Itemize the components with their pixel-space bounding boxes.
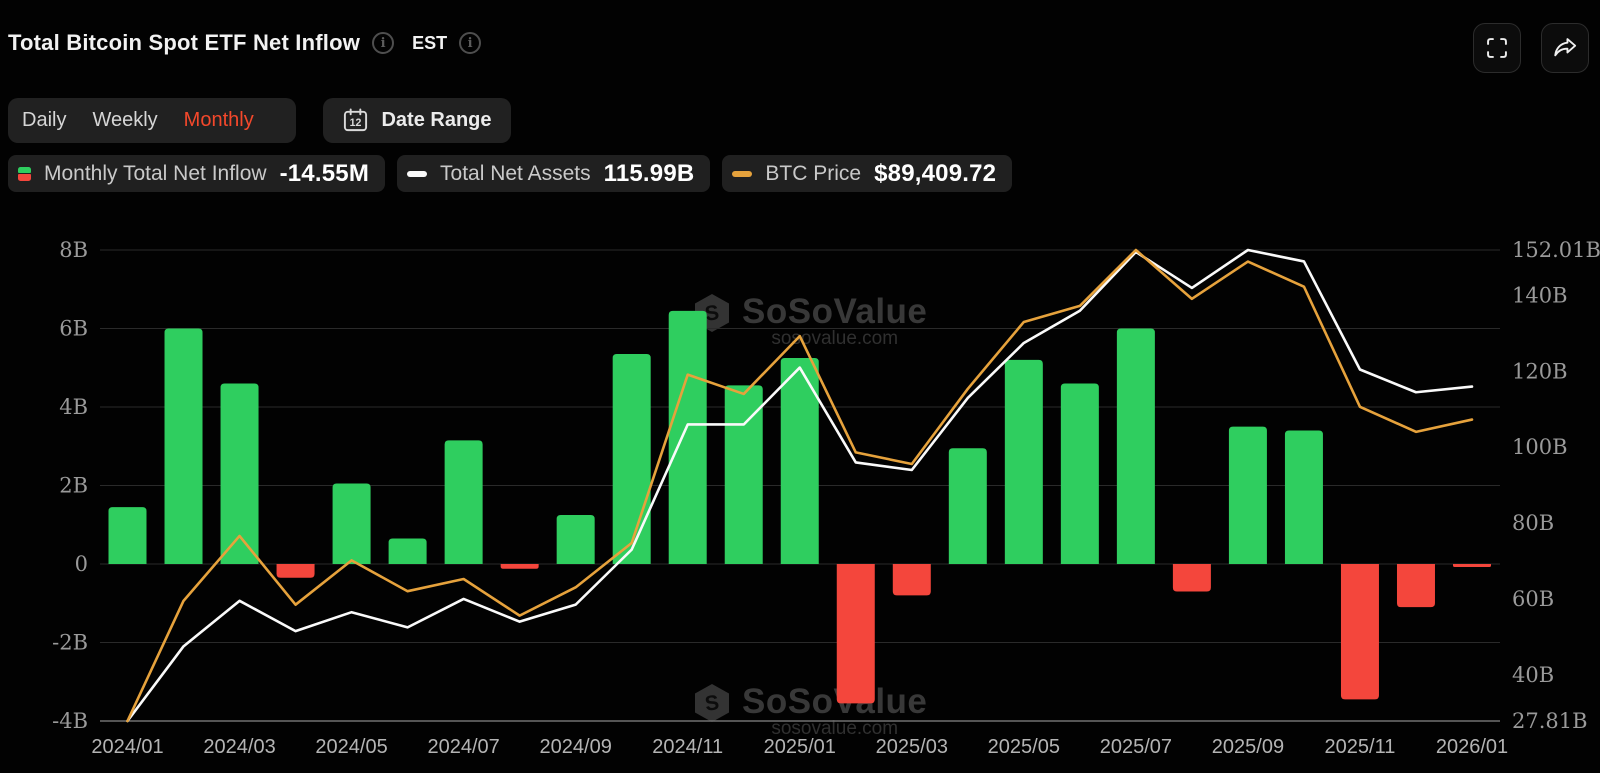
- est-timezone-label: EST: [412, 33, 447, 54]
- right-axis-tick: 60B: [1512, 587, 1554, 611]
- legend-value: 115.99B: [604, 160, 695, 188]
- bitcoin-etf-chart-panel: S SoSoValue sosovalue.com S SoSoValue so…: [0, 0, 1600, 773]
- left-axis-tick: 6B: [59, 317, 88, 341]
- inflow-bar-2025/11[interactable]: [1341, 564, 1379, 699]
- left-axis-tick: 2B: [59, 474, 88, 498]
- x-axis-tick: 2024/11: [652, 736, 723, 758]
- inflow-bar-2025/09[interactable]: [1229, 427, 1267, 564]
- x-axis-tick: 2025/03: [876, 736, 948, 758]
- legend-item-net-inflow[interactable]: Monthly Total Net Inflow -14.55M: [8, 155, 385, 192]
- svg-text:12: 12: [350, 117, 362, 129]
- right-axis-tick: 140B: [1512, 284, 1568, 308]
- inflow-bar-2024/05[interactable]: [333, 484, 371, 564]
- inflow-bar-2025/12[interactable]: [1397, 564, 1435, 607]
- x-axis-tick: 2025/11: [1325, 736, 1396, 758]
- tab-weekly[interactable]: Weekly: [92, 109, 157, 132]
- green-red-bar-icon: [18, 167, 31, 181]
- right-axis-tick: 80B: [1512, 511, 1554, 535]
- right-axis-tick: 27.81B: [1512, 709, 1588, 733]
- tab-daily[interactable]: Daily: [22, 109, 66, 132]
- info-icon[interactable]: i: [459, 32, 481, 54]
- legend: Monthly Total Net Inflow -14.55M Total N…: [8, 155, 1012, 192]
- tab-monthly[interactable]: Monthly: [184, 109, 254, 132]
- left-axis-tick: 4B: [59, 395, 88, 419]
- right-axis-tick: 100B: [1512, 435, 1568, 459]
- inflow-bar-2024/08[interactable]: [501, 564, 539, 569]
- x-axis-tick: 2024/07: [427, 736, 499, 758]
- title-row: Total Bitcoin Spot ETF Net Inflow i EST …: [8, 30, 481, 56]
- x-axis-tick: 2024/01: [91, 736, 163, 758]
- inflow-bar-2024/09[interactable]: [557, 515, 595, 564]
- inflow-bar-2025/08[interactable]: [1173, 564, 1211, 591]
- legend-label: BTC Price: [765, 162, 861, 186]
- legend-item-net-assets[interactable]: Total Net Assets 115.99B: [397, 155, 710, 192]
- inflow-bar-2026/01[interactable]: [1453, 564, 1491, 567]
- x-axis-tick: 2025/09: [1212, 736, 1284, 758]
- left-axis-tick: 0: [75, 552, 88, 576]
- info-icon[interactable]: i: [372, 32, 394, 54]
- inflow-bar-2025/03[interactable]: [893, 564, 931, 595]
- inflow-bar-2024/02[interactable]: [165, 329, 203, 565]
- share-button[interactable]: [1541, 23, 1589, 73]
- share-icon: [1552, 35, 1578, 61]
- right-axis-tick: 152.01B: [1512, 238, 1600, 262]
- x-axis-tick: 2025/01: [764, 736, 836, 758]
- legend-value: $89,409.72: [874, 160, 996, 188]
- inflow-bar-2024/10[interactable]: [613, 354, 651, 564]
- legend-value: -14.55M: [280, 160, 369, 188]
- left-axis-tick: 8B: [59, 238, 88, 262]
- page-title: Total Bitcoin Spot ETF Net Inflow: [8, 30, 360, 56]
- legend-item-btc-price[interactable]: BTC Price $89,409.72: [722, 155, 1012, 192]
- inflow-bar-2024/01[interactable]: [109, 507, 147, 564]
- x-axis-tick: 2026/01: [1436, 736, 1508, 758]
- white-line-icon: [407, 171, 427, 177]
- fullscreen-button[interactable]: [1473, 23, 1521, 73]
- inflow-bar-2024/04[interactable]: [277, 564, 315, 578]
- right-axis-tick: 40B: [1512, 663, 1554, 687]
- date-range-button[interactable]: 12 Date Range: [323, 98, 511, 143]
- x-axis-tick: 2024/05: [315, 736, 387, 758]
- legend-label: Monthly Total Net Inflow: [44, 162, 267, 186]
- inflow-bar-2024/07[interactable]: [445, 440, 483, 564]
- x-axis-tick: 2025/07: [1100, 736, 1172, 758]
- right-axis-tick: 120B: [1512, 359, 1568, 383]
- inflow-bar-2025/04[interactable]: [949, 448, 987, 564]
- calendar-icon: 12: [342, 107, 369, 134]
- left-axis-tick: -4B: [52, 709, 88, 733]
- date-range-label: Date Range: [381, 109, 491, 132]
- inflow-bar-2025/10[interactable]: [1285, 431, 1323, 564]
- inflow-bar-2025/02[interactable]: [837, 564, 875, 703]
- inflow-bar-2024/06[interactable]: [389, 538, 427, 564]
- x-axis-tick: 2024/09: [540, 736, 612, 758]
- inflow-bar-2024/11[interactable]: [669, 311, 707, 564]
- inflow-bar-2025/05[interactable]: [1005, 360, 1043, 564]
- left-axis-tick: -2B: [52, 631, 88, 655]
- orange-line-icon: [732, 171, 752, 177]
- inflow-bar-2025/07[interactable]: [1117, 329, 1155, 565]
- interval-tabs: Daily Weekly Monthly: [8, 98, 296, 143]
- x-axis-tick: 2025/05: [988, 736, 1060, 758]
- inflow-bar-2025/06[interactable]: [1061, 383, 1099, 564]
- fullscreen-icon: [1484, 35, 1510, 61]
- legend-label: Total Net Assets: [440, 162, 591, 186]
- x-axis-tick: 2024/03: [203, 736, 275, 758]
